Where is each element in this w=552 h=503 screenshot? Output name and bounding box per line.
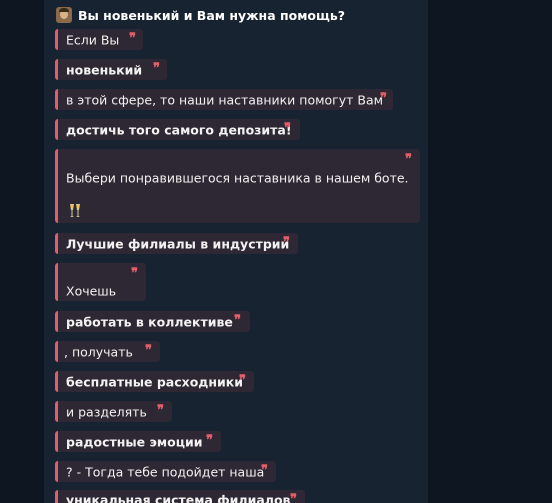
quote-block: Если Вы ❞ [55,29,143,50]
quote-block: достичь того самого депозита! ❞ [55,119,300,140]
quote-block: ? - Тогда тебе подойдет наша ❞ [55,461,276,482]
quote-text: радостные эмоции [66,434,203,449]
quote-block: бесплатные расходники ❞ [55,371,254,392]
quote-block: уникальная система филиалов ❞ [55,490,305,503]
quote-text: работать в коллективе [66,314,233,329]
quote-block: новенький ❞ [55,59,167,80]
quote-mark-icon: ❞ [405,152,412,167]
quote-text: Выбери понравившегося наставника в нашем… [66,170,409,186]
quote-mark-icon: ❞ [380,91,387,106]
quote-mark-icon: ❞ [145,343,152,358]
champagne-glasses-icon [70,204,80,217]
quote-mark-icon: ❞ [283,235,290,250]
quote-text: и разделять [66,404,147,419]
quote-mark-icon: ❞ [290,492,297,503]
quote-text: Хочешь [66,283,117,299]
quote-block: , получать ❞ [55,341,160,362]
quote-block: работать в коллективе ❞ [55,311,250,332]
quote-text: новенький [66,62,143,77]
quote-text: уникальная система филиалов [66,492,291,503]
quote-mark-icon: ❞ [131,266,138,281]
quote-mark-icon: ❞ [261,463,268,478]
quote-block: в этой сфере, то наши наставники помогут… [55,89,393,110]
quote-mark-icon: ❞ [284,121,291,136]
man-face-emoji-icon [56,7,72,23]
quote-block: Выбери понравившегося наставника в нашем… [55,149,420,223]
quote-mark-icon: ❞ [153,61,160,76]
quote-mark-icon: ❞ [206,433,213,448]
quote-block: радостные эмоции ❞ [55,431,221,452]
quote-text: Если Вы [66,32,120,47]
quote-mark-icon: ❞ [234,313,241,328]
message-header: Вы новенький и Вам нужна помощь? [56,6,345,24]
quote-text: в этой сфере, то наши наставники помогут… [66,92,384,107]
message-title: Вы новенький и Вам нужна помощь? [78,7,345,23]
quote-mark-icon: ❞ [239,373,246,388]
quote-text: , получать [64,344,133,359]
quote-text: ? - Тогда тебе подойдет наша [66,464,265,479]
quote-block: Хочешь ❞ [55,263,146,301]
quote-mark-icon: ❞ [157,403,164,418]
quote-block: Лучшие филиалы в индустрии ❞ [55,233,298,254]
quote-text: бесплатные расходники [66,374,244,389]
quote-text: достичь того самого депозита! [66,122,292,137]
quote-text: Лучшие филиалы в индустрии [66,236,290,251]
quote-mark-icon: ❞ [129,31,136,46]
quote-block: и разделять ❞ [55,401,172,422]
